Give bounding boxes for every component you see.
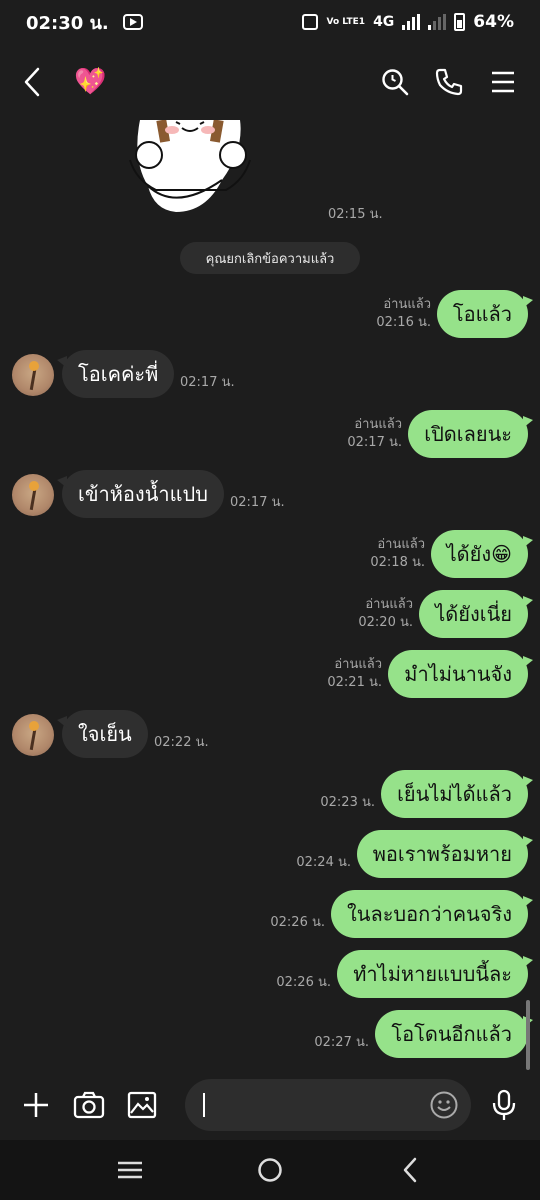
message-time: 02:16 น.	[376, 315, 431, 330]
signal-2-icon	[428, 14, 447, 30]
input-bar	[0, 1070, 540, 1140]
status-bar: 02:30 น. Vo LTE1 4G 64%	[0, 0, 540, 44]
avatar[interactable]	[12, 714, 54, 756]
battery-icon	[454, 13, 466, 31]
signal-icon	[402, 14, 421, 30]
plus-icon[interactable]	[16, 1085, 55, 1125]
message-meta: อ่านแล้ว 02:17 น.	[347, 416, 402, 452]
read-receipt: อ่านแล้ว	[365, 597, 413, 612]
outgoing-message-bubble[interactable]: มำไม่นานจัง	[388, 650, 533, 698]
scrollbar[interactable]	[526, 1000, 530, 1070]
message-time: 02:26 น.	[276, 975, 331, 990]
message-meta: 02:27 น.	[314, 1034, 369, 1052]
message-time: 02:17 น.	[230, 495, 285, 510]
message-meta: 02:26 น.	[270, 914, 325, 932]
search-icon[interactable]	[380, 67, 410, 97]
youtube-icon	[122, 14, 143, 30]
message-meta: อ่านแล้ว 02:16 น.	[376, 296, 431, 332]
message-meta: 02:17 น.	[230, 494, 285, 512]
chevron-left-icon[interactable]	[22, 62, 52, 102]
mic-icon[interactable]	[485, 1085, 524, 1125]
message-time: 02:17 น.	[180, 375, 235, 390]
read-receipt: อ่านแล้ว	[383, 297, 431, 312]
message-meta: 02:23 น.	[320, 794, 375, 812]
message-meta: อ่านแล้ว 02:18 น.	[370, 536, 425, 572]
chat-area[interactable]: 02:15 น. คุณยกเลิกข้อความแล้ว โอแล้ว อ่าน…	[0, 120, 540, 1070]
home-icon[interactable]	[250, 1150, 290, 1190]
avatar[interactable]	[12, 474, 54, 516]
incoming-message-bubble[interactable]: เข้าห้องน้ำแปบ	[57, 470, 224, 518]
sticker-time: 02:15 น.	[328, 207, 383, 222]
status-indicators: Vo LTE1 4G 64%	[302, 12, 514, 32]
camera-icon[interactable]	[69, 1085, 108, 1125]
read-receipt: อ่านแล้ว	[354, 417, 402, 432]
message-meta: 02:22 น.	[154, 734, 209, 752]
message-meta: 02:26 น.	[276, 974, 331, 992]
message-meta: อ่านแล้ว 02:21 น.	[327, 656, 382, 692]
chat-header: 💖	[0, 44, 540, 120]
message-time: 02:20 น.	[358, 615, 413, 630]
back-nav-icon[interactable]	[390, 1150, 430, 1190]
emoji-icon[interactable]	[429, 1090, 459, 1120]
message-meta: อ่านแล้ว 02:20 น.	[358, 596, 413, 632]
outgoing-message-bubble[interactable]: โอแล้ว	[436, 290, 534, 338]
bunny-sticker[interactable]	[126, 120, 254, 215]
outgoing-message-bubble[interactable]: พอเราพร้อมหาย	[356, 830, 534, 878]
message-meta: 02:24 น.	[296, 854, 351, 872]
volte-label: Vo LTE1	[326, 16, 366, 27]
outgoing-message-bubble[interactable]: ได้ยัง😁	[430, 530, 534, 578]
outgoing-message-bubble[interactable]: ในละบอกว่าคนจริง	[331, 890, 533, 938]
status-time: 02:30 น.	[26, 12, 109, 34]
message-time: 02:18 น.	[370, 555, 425, 570]
message-time: 02:17 น.	[347, 435, 402, 450]
incoming-message-bubble[interactable]: ใจเย็น	[57, 710, 148, 758]
phone-icon[interactable]	[434, 67, 464, 97]
incoming-message-bubble[interactable]: โอเคค่ะพี่	[56, 350, 175, 398]
outgoing-message-bubble[interactable]: โอโดนอีกแล้ว	[375, 1010, 533, 1058]
message-meta: 02:17 น.	[180, 374, 235, 392]
network-type: 4G	[373, 14, 395, 30]
contact-name[interactable]: 💖	[74, 67, 106, 97]
outgoing-message-bubble[interactable]: ทำไม่หายแบบนี้ละ	[337, 950, 533, 998]
message-time: 02:21 น.	[327, 675, 382, 690]
avatar[interactable]	[12, 354, 54, 396]
image-icon[interactable]	[122, 1085, 161, 1125]
message-input[interactable]	[185, 1079, 471, 1131]
read-receipt: อ่านแล้ว	[334, 657, 382, 672]
message-time: 02:26 น.	[270, 915, 325, 930]
message-time: 02:24 น.	[296, 855, 351, 870]
outgoing-message-bubble[interactable]: เย็นไม่ได้แล้ว	[381, 770, 533, 818]
vibrate-icon	[302, 14, 319, 30]
message-time: 02:27 น.	[314, 1035, 369, 1050]
outgoing-message-bubble[interactable]: ได้ยังเนี่ย	[419, 590, 533, 638]
outgoing-message-bubble[interactable]: เปิดเลยนะ	[408, 410, 533, 458]
system-nav-bar	[0, 1140, 540, 1200]
recents-icon[interactable]	[110, 1150, 150, 1190]
message-time: 02:22 น.	[154, 735, 209, 750]
read-receipt: อ่านแล้ว	[377, 537, 425, 552]
battery-percent: 64%	[473, 12, 514, 32]
message-time: 02:23 น.	[320, 795, 375, 810]
unsent-notice: คุณยกเลิกข้อความแล้ว	[180, 242, 360, 274]
menu-icon[interactable]	[488, 67, 518, 97]
text-caret	[203, 1093, 206, 1117]
